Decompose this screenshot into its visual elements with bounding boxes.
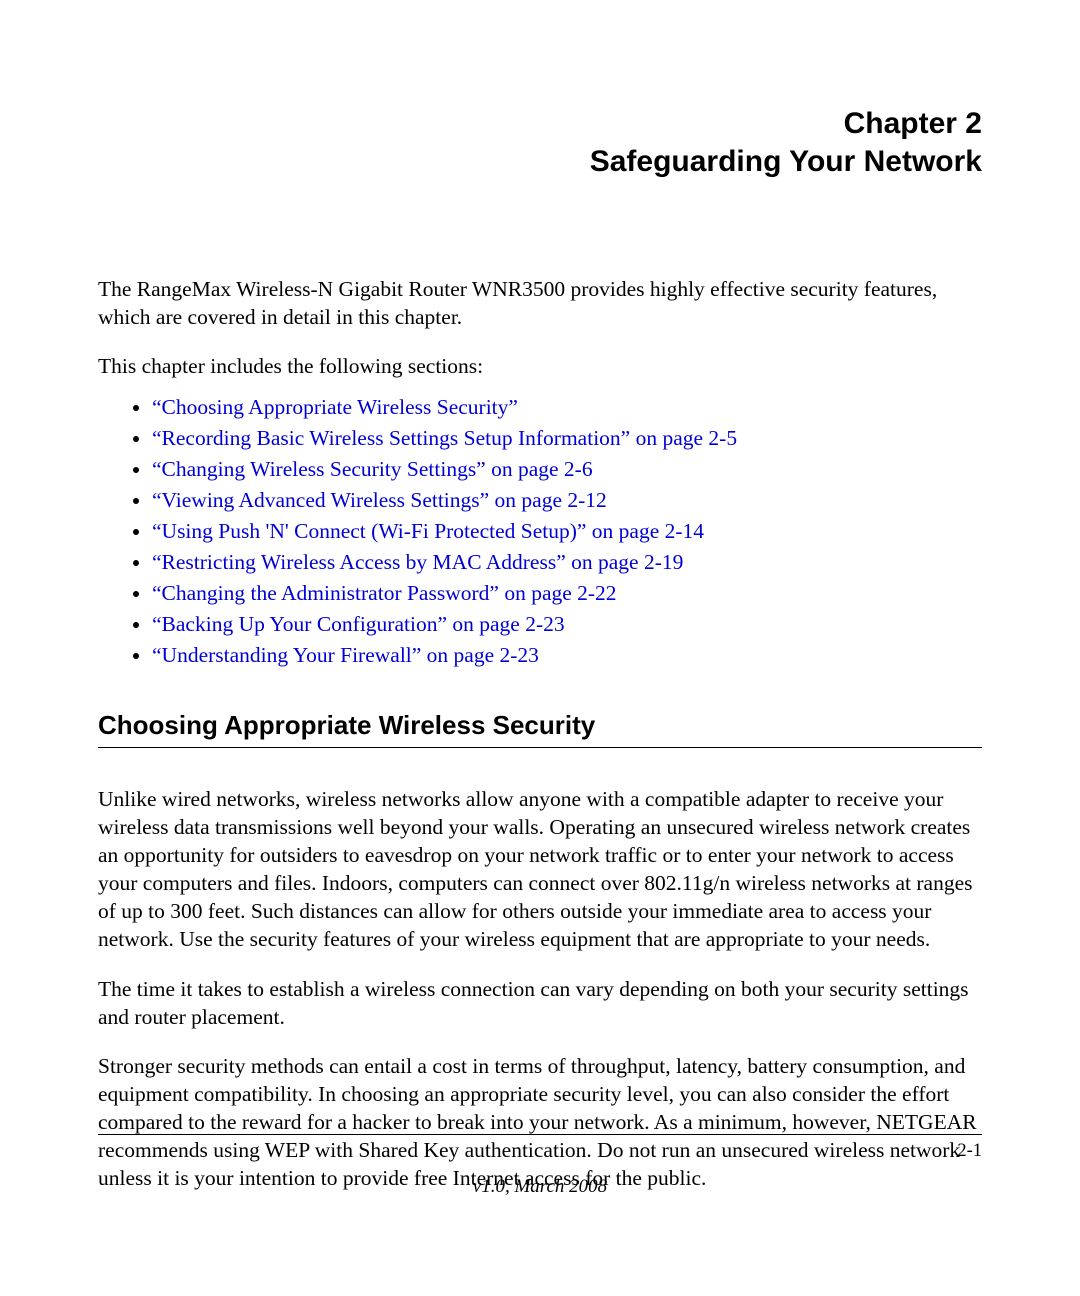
- page-footer: 2-1 v1.0, March 2008: [98, 1134, 982, 1198]
- chapter-title: Safeguarding Your Network: [98, 143, 982, 181]
- list-item: “Restricting Wireless Access by MAC Addr…: [152, 548, 982, 577]
- section-link[interactable]: “Backing Up Your Configuration” on page …: [152, 612, 565, 636]
- section-link[interactable]: “Viewing Advanced Wireless Settings” on …: [152, 488, 607, 512]
- footer-rule: [98, 1134, 982, 1135]
- document-version: v1.0, March 2008: [98, 1176, 982, 1198]
- section-link[interactable]: “Choosing Appropriate Wireless Security”: [152, 395, 518, 419]
- body-paragraph-1: Unlike wired networks, wireless networks…: [98, 786, 982, 954]
- list-item: “Changing the Administrator Password” on…: [152, 579, 982, 608]
- list-item: “Recording Basic Wireless Settings Setup…: [152, 424, 982, 453]
- section-list: “Choosing Appropriate Wireless Security”…: [98, 393, 982, 670]
- document-page: Chapter 2 Safeguarding Your Network The …: [0, 0, 1080, 1296]
- intro-paragraph-1: The RangeMax Wireless-N Gigabit Router W…: [98, 276, 982, 332]
- section-link[interactable]: “Using Push 'N' Connect (Wi-Fi Protected…: [152, 519, 704, 543]
- page-number: 2-1: [98, 1141, 982, 1162]
- list-item: “Changing Wireless Security Settings” on…: [152, 455, 982, 484]
- list-item: “Choosing Appropriate Wireless Security”: [152, 393, 982, 422]
- section-heading: Choosing Appropriate Wireless Security: [98, 710, 982, 748]
- section-link[interactable]: “Changing the Administrator Password” on…: [152, 581, 617, 605]
- list-item: “Viewing Advanced Wireless Settings” on …: [152, 486, 982, 515]
- chapter-title-block: Chapter 2 Safeguarding Your Network: [98, 105, 982, 180]
- list-item: “Understanding Your Firewall” on page 2-…: [152, 641, 982, 670]
- section-link[interactable]: “Changing Wireless Security Settings” on…: [152, 457, 593, 481]
- list-item: “Using Push 'N' Connect (Wi-Fi Protected…: [152, 517, 982, 546]
- body-paragraph-2: The time it takes to establish a wireles…: [98, 976, 982, 1032]
- intro-paragraph-2: This chapter includes the following sect…: [98, 353, 982, 381]
- section-link[interactable]: “Restricting Wireless Access by MAC Addr…: [152, 550, 683, 574]
- section-link[interactable]: “Recording Basic Wireless Settings Setup…: [152, 426, 737, 450]
- chapter-number: Chapter 2: [98, 105, 982, 143]
- section-link[interactable]: “Understanding Your Firewall” on page 2-…: [152, 643, 539, 667]
- list-item: “Backing Up Your Configuration” on page …: [152, 610, 982, 639]
